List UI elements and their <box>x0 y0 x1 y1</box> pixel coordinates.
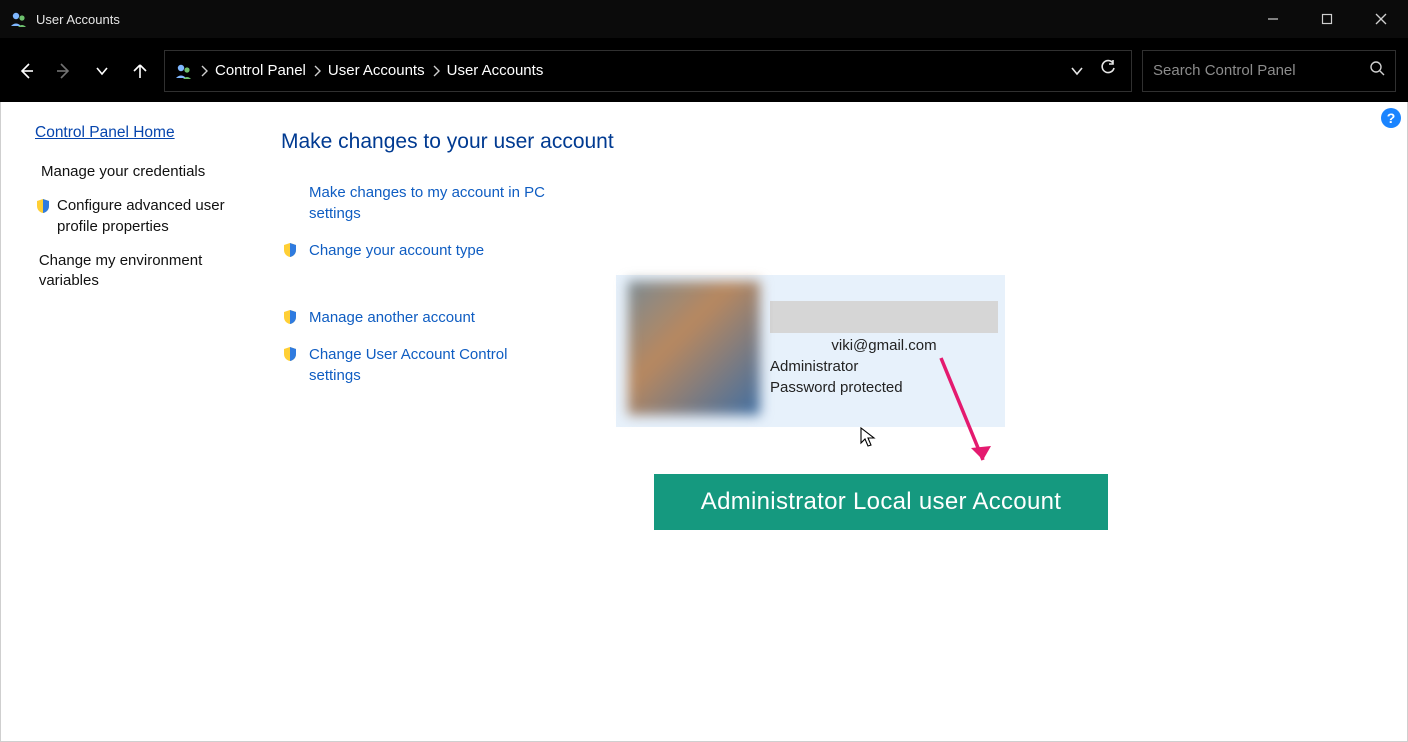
sidebar-link-env-vars[interactable]: Change my environment variables <box>39 251 239 292</box>
link-manage-another[interactable]: Manage another account <box>309 307 475 328</box>
search-input[interactable] <box>1153 62 1369 79</box>
refresh-button[interactable] <box>1099 59 1117 82</box>
account-info: viki@gmail.com Administrator Password pr… <box>760 275 1005 427</box>
control-panel-home-link[interactable]: Control Panel Home <box>35 124 239 142</box>
window-title: User Accounts <box>36 12 120 27</box>
shield-icon <box>281 242 299 258</box>
annotation-callout: Administrator Local user Account <box>654 474 1108 530</box>
sidebar-item-credentials[interactable]: Manage your credentials <box>35 162 239 182</box>
breadcrumb-user-accounts-1[interactable]: User Accounts <box>328 62 425 79</box>
maximize-button[interactable] <box>1300 0 1354 38</box>
account-role: Administrator <box>770 358 999 375</box>
content-body: ? Control Panel Home Manage your credent… <box>0 102 1408 742</box>
avatar <box>628 281 760 415</box>
account-email: viki@gmail.com <box>770 337 998 354</box>
sidebar-link-credentials[interactable]: Manage your credentials <box>41 162 205 182</box>
minimize-button[interactable] <box>1246 0 1300 38</box>
chevron-right-icon[interactable] <box>431 64 441 78</box>
titlebar: User Accounts <box>0 0 1408 38</box>
address-bar[interactable]: Control Panel User Accounts User Account… <box>164 50 1132 92</box>
sidebar-item-advanced-profile[interactable]: Configure advanced user profile properti… <box>35 196 239 237</box>
search-icon[interactable] <box>1369 60 1385 81</box>
address-history-dropdown[interactable] <box>1069 63 1085 79</box>
page-heading: Make changes to your user account <box>281 130 1407 154</box>
toolbar: Control Panel User Accounts User Account… <box>0 38 1408 102</box>
breadcrumb-user-accounts-2[interactable]: User Accounts <box>447 62 544 79</box>
close-button[interactable] <box>1354 0 1408 38</box>
sidebar-item-env-vars[interactable]: Change my environment variables <box>35 251 239 292</box>
account-card: viki@gmail.com Administrator Password pr… <box>616 275 1005 427</box>
shield-icon <box>281 346 299 362</box>
address-icon <box>175 62 193 80</box>
recent-locations-dropdown[interactable] <box>88 57 116 85</box>
task-change-account-type[interactable]: Change your account type <box>281 240 1407 261</box>
sidebar-link-advanced-profile[interactable]: Configure advanced user profile properti… <box>57 196 239 237</box>
account-protection: Password protected <box>770 379 999 396</box>
app-icon <box>10 10 28 28</box>
link-uac-settings[interactable]: Change User Account Control settings <box>309 344 549 386</box>
shield-icon <box>35 198 51 214</box>
breadcrumb-control-panel[interactable]: Control Panel <box>215 62 306 79</box>
chevron-right-icon[interactable] <box>312 64 322 78</box>
back-button[interactable] <box>12 57 40 85</box>
forward-button[interactable] <box>50 57 78 85</box>
search-box[interactable] <box>1142 50 1396 92</box>
window-controls <box>1246 0 1408 38</box>
link-change-account-type[interactable]: Change your account type <box>309 240 484 261</box>
sidebar: Control Panel Home Manage your credentia… <box>1 102 257 741</box>
annotation-label: Administrator Local user Account <box>701 488 1061 516</box>
task-pc-settings[interactable]: Make changes to my account in PC setting… <box>281 182 1407 224</box>
up-button[interactable] <box>126 57 154 85</box>
shield-icon <box>281 309 299 325</box>
link-pc-settings[interactable]: Make changes to my account in PC setting… <box>309 182 549 224</box>
chevron-right-icon[interactable] <box>199 64 209 78</box>
account-name-redacted <box>770 301 998 333</box>
